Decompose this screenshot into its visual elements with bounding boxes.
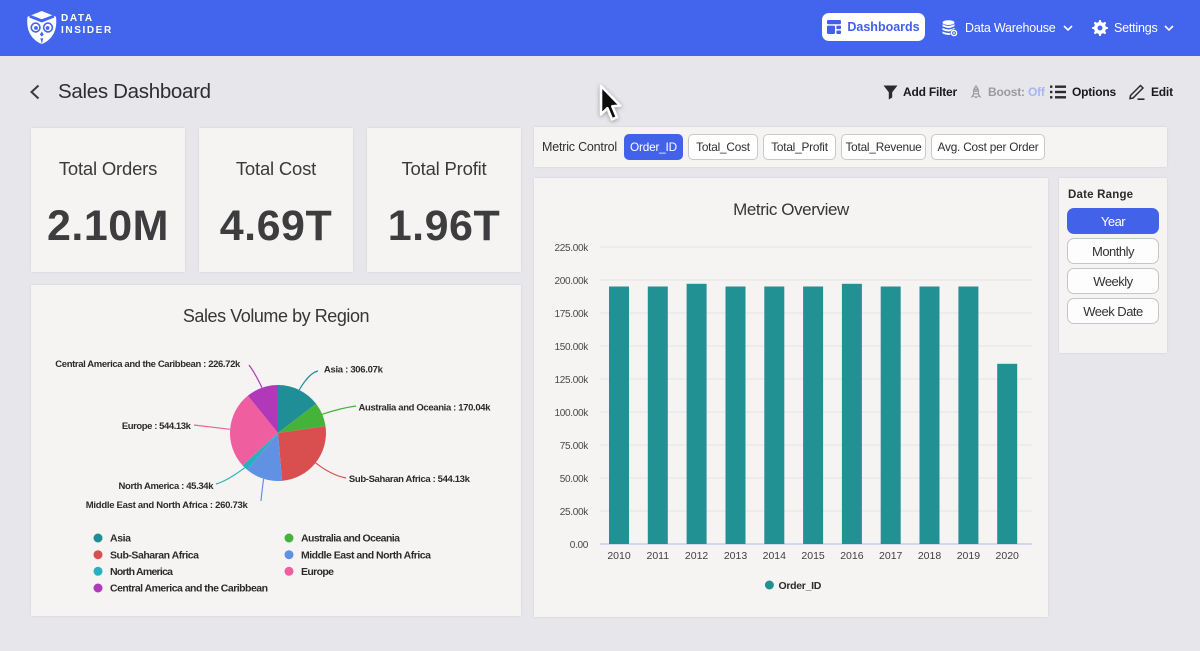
svg-text:2020: 2020	[996, 550, 1020, 562]
svg-text:2013: 2013	[724, 550, 748, 562]
svg-text:2017: 2017	[879, 550, 903, 562]
svg-text:Middle East and North Africa :: Middle East and North Africa : 260.73k	[86, 500, 249, 511]
svg-text:2019: 2019	[957, 550, 981, 562]
svg-text:100.00k: 100.00k	[555, 408, 590, 419]
svg-text:Central America and the Caribb: Central America and the Caribbean : 226.…	[55, 359, 241, 370]
svg-text:Asia : 306.07k: Asia : 306.07k	[324, 365, 384, 376]
svg-text:2012: 2012	[685, 550, 709, 562]
svg-text:25.00k: 25.00k	[560, 507, 590, 518]
svg-text:0.00: 0.00	[570, 540, 589, 551]
svg-text:Asia: Asia	[110, 533, 131, 545]
svg-text:2018: 2018	[918, 550, 942, 562]
svg-text:175.00k: 175.00k	[555, 309, 590, 320]
svg-text:2011: 2011	[647, 550, 670, 562]
svg-text:Middle East and North Africa: Middle East and North Africa	[301, 549, 431, 561]
svg-text:Australia and Oceania: Australia and Oceania	[301, 533, 400, 545]
svg-text:2016: 2016	[840, 550, 864, 562]
svg-text:125.00k: 125.00k	[555, 375, 590, 386]
svg-text:2015: 2015	[801, 550, 825, 562]
svg-text:75.00k: 75.00k	[560, 441, 590, 452]
svg-text:225.00k: 225.00k	[555, 243, 590, 254]
svg-text:Sub-Saharan Africa : 544.13k: Sub-Saharan Africa : 544.13k	[349, 474, 471, 485]
svg-text:Sub-Saharan Africa: Sub-Saharan Africa	[110, 549, 199, 561]
svg-text:2010: 2010	[607, 550, 631, 562]
svg-text:2014: 2014	[763, 550, 787, 562]
svg-text:Europe : 544.13k: Europe : 544.13k	[122, 421, 192, 432]
svg-text:50.00k: 50.00k	[560, 474, 590, 485]
svg-text:Europe: Europe	[301, 566, 334, 578]
svg-text:North America: North America	[110, 566, 173, 578]
svg-text:Central America and the Caribb: Central America and the Caribbean	[110, 583, 268, 595]
svg-text:150.00k: 150.00k	[555, 342, 590, 353]
svg-text:200.00k: 200.00k	[555, 276, 590, 287]
svg-text:Order_ID: Order_ID	[779, 580, 822, 592]
svg-text:North America : 45.34k: North America : 45.34k	[119, 481, 215, 492]
svg-text:Australia and Oceania : 170.04: Australia and Oceania : 170.04k	[359, 403, 492, 414]
